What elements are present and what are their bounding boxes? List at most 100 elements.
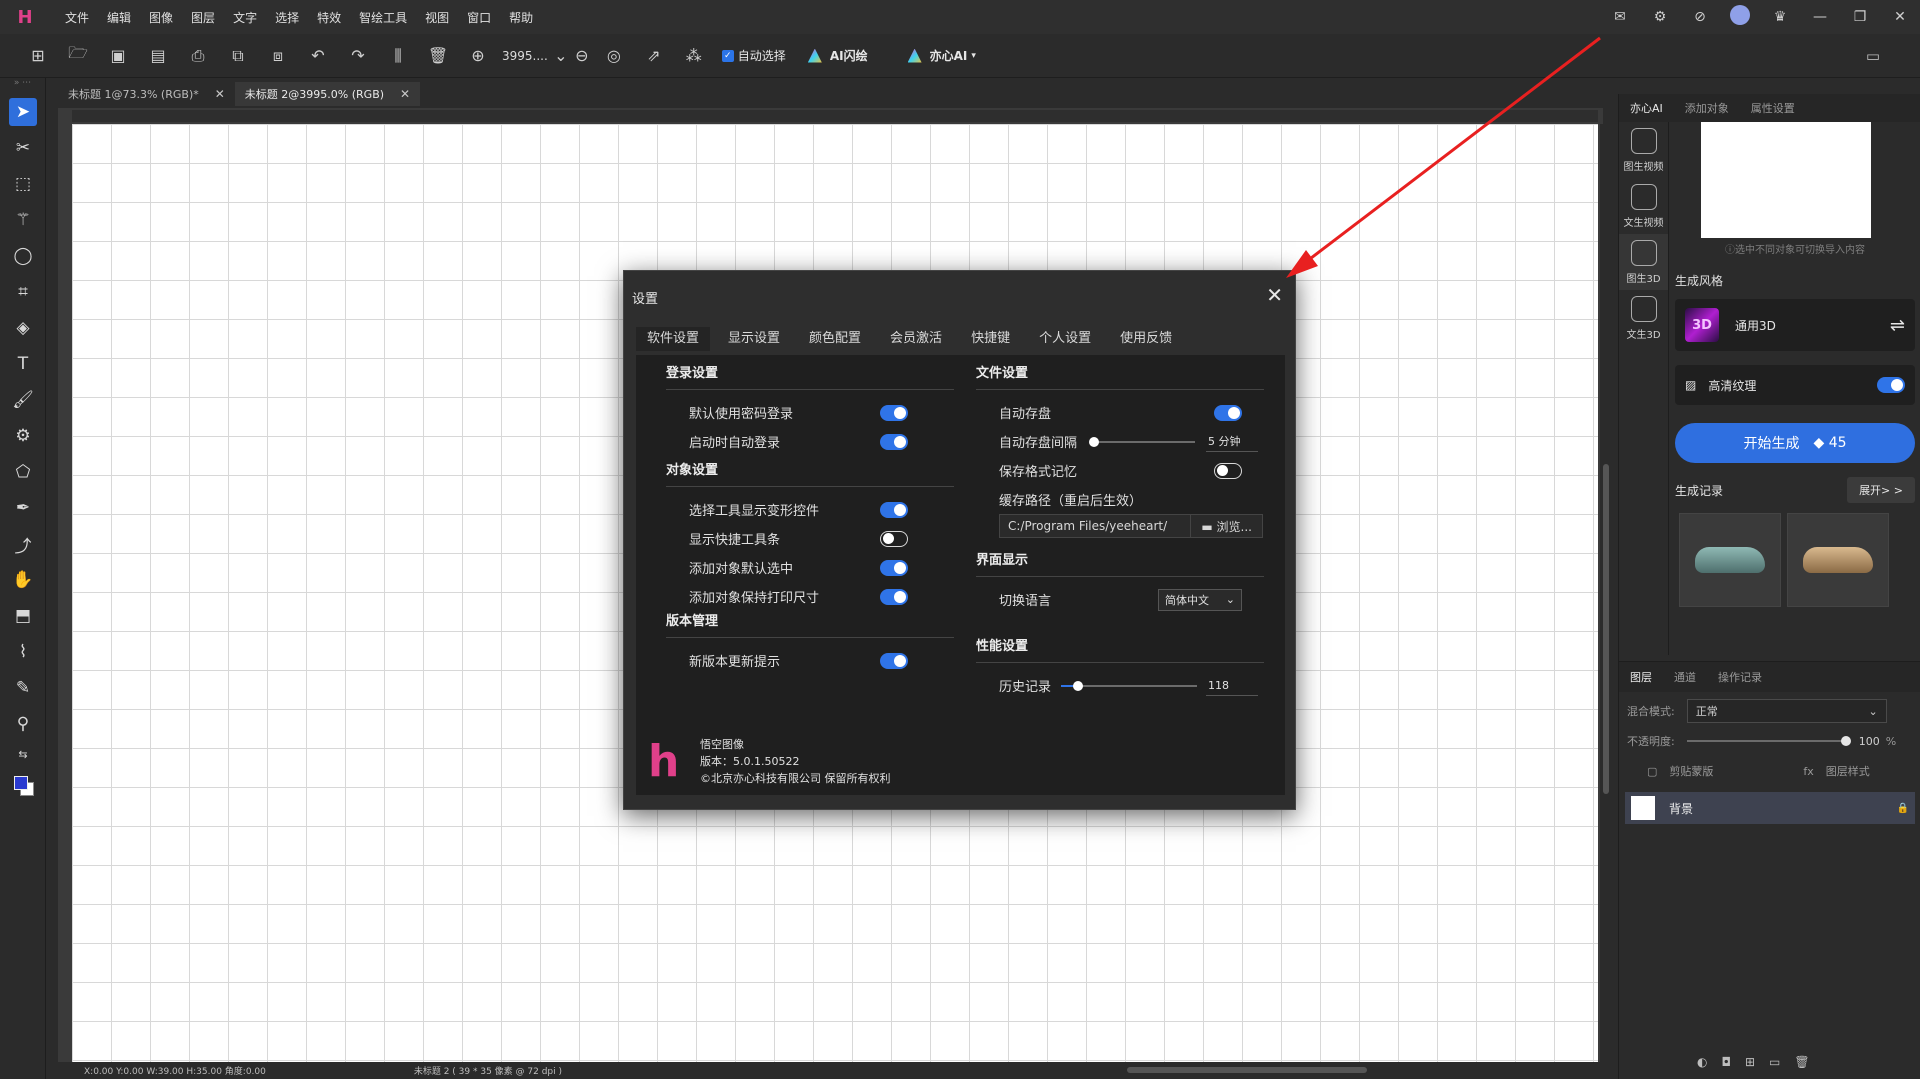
style-selector[interactable]: 3D 通用3D ⇌ [1675, 299, 1915, 351]
image-to-3d-item[interactable]: 图生3D [1619, 234, 1668, 290]
horizontal-scrollbar-thumb[interactable] [1127, 1067, 1367, 1073]
avatar[interactable] [1720, 5, 1760, 29]
compass-icon[interactable]: ⊘ [1680, 9, 1720, 25]
tab-color-config[interactable]: 颜色配置 [798, 327, 872, 351]
close-icon[interactable]: ✕ [215, 87, 225, 101]
vip-icon[interactable]: ♛ [1760, 9, 1800, 25]
tab-history[interactable]: 操作记录 [1707, 669, 1773, 685]
foreground-color-swatch[interactable] [14, 776, 28, 790]
start-generate-button[interactable]: 开始生成 ◆ 45 [1675, 423, 1915, 463]
language-select[interactable]: 简体中文 ⌄ [1158, 588, 1242, 611]
transform-controls-toggle[interactable] [880, 501, 908, 518]
brush-tool[interactable]: 🖌 [0, 382, 46, 418]
tab-layers[interactable]: 图层 [1619, 669, 1663, 685]
doc-tab-2[interactable]: 未标题 2@3995.0% (RGB) ✕ [234, 82, 421, 106]
auto-select-checkbox[interactable]: ✓ 自动选择 [721, 47, 786, 64]
menu-edit[interactable]: 编辑 [98, 9, 140, 26]
tab-channels[interactable]: 通道 [1663, 669, 1707, 685]
keep-print-size-toggle[interactable] [880, 588, 908, 605]
delete-icon[interactable]: 🗑 [418, 46, 458, 65]
crop-tool[interactable]: ⌗ [0, 274, 46, 310]
yixin-ai-button[interactable]: 亦心AI ▾ [907, 47, 976, 64]
magic-wand-tool[interactable]: ⚚ [0, 202, 46, 238]
tab-properties[interactable]: 属性设置 [1740, 100, 1806, 116]
move-tool[interactable]: ➤ [0, 94, 46, 130]
maximize-icon[interactable]: ❐ [1840, 9, 1880, 25]
clip-mask-button[interactable]: 剪贴蒙版 [1669, 763, 1713, 779]
duplicate-icon[interactable]: ⧈ [258, 46, 298, 66]
folder-icon[interactable]: ▭ [1769, 1055, 1780, 1069]
fill-tool[interactable]: ◈ [0, 310, 46, 346]
trash-icon[interactable]: 🗑 [1794, 1055, 1809, 1069]
blend-mode-select[interactable]: 正常 ⌄ [1686, 699, 1887, 723]
stamp-tool[interactable]: ⚙ [0, 418, 46, 454]
vertical-scrollbar[interactable] [1600, 124, 1612, 1062]
adjustment-icon[interactable]: ◐ [1697, 1055, 1707, 1069]
scrollbar-thumb[interactable] [1603, 464, 1609, 794]
shape-tool[interactable]: ⬠ [0, 454, 46, 490]
auto-save-interval-value[interactable]: 5 分钟 [1206, 432, 1258, 452]
default-selected-toggle[interactable] [880, 559, 908, 576]
opacity-slider[interactable] [1686, 736, 1851, 746]
save-as-icon[interactable]: ▤ [138, 46, 178, 65]
mask-icon[interactable]: ◘ [1721, 1055, 1731, 1069]
eyedropper-tool[interactable]: ⚲ [0, 706, 46, 742]
record-thumbnail[interactable] [1679, 513, 1781, 607]
tab-display-settings[interactable]: 显示设置 [717, 327, 791, 351]
menu-image[interactable]: 图像 [140, 9, 182, 26]
mail-icon[interactable]: ✉ [1600, 9, 1640, 25]
hand-tool[interactable]: ✋ [0, 562, 46, 598]
settings-icon[interactable]: ⚙ [1640, 9, 1680, 25]
opacity-value[interactable]: 100 [1859, 735, 1880, 748]
expand-records-button[interactable]: 展开> > [1847, 477, 1915, 503]
undo-icon[interactable]: ↶ [298, 46, 338, 65]
auto-save-toggle[interactable] [1214, 404, 1242, 421]
text-tool[interactable]: T [0, 346, 46, 382]
new-file-icon[interactable]: ⊞ [18, 46, 58, 65]
slider-knob[interactable] [1840, 736, 1851, 746]
layer-row-background[interactable]: 背景 🔒 [1625, 792, 1915, 824]
ai-flash-button[interactable]: AI闪绘 [807, 47, 868, 64]
redo-icon[interactable]: ↷ [338, 46, 378, 65]
menu-window[interactable]: 窗口 [458, 9, 500, 26]
close-window-icon[interactable]: ✕ [1880, 9, 1920, 25]
transform-tool[interactable]: ⬒ [0, 598, 46, 634]
marquee-tool[interactable]: ⬚ [0, 166, 46, 202]
lock-icon[interactable]: 🔒 [1897, 803, 1909, 814]
history-slider[interactable] [1061, 680, 1197, 691]
tab-feedback[interactable]: 使用反馈 [1109, 327, 1183, 351]
text-to-video-item[interactable]: 文生视频 [1619, 178, 1668, 234]
menu-view[interactable]: 视图 [416, 9, 458, 26]
menu-file[interactable]: 文件 [56, 9, 98, 26]
record-thumbnail[interactable] [1787, 513, 1889, 607]
zoom-value[interactable]: 3995.... [502, 49, 548, 63]
pen-tool[interactable]: ✒ [0, 490, 46, 526]
new-layer-icon[interactable]: ⊞ [1745, 1055, 1755, 1069]
menu-smart-tools[interactable]: 智绘工具 [350, 9, 416, 26]
slider-knob[interactable] [1089, 436, 1099, 447]
close-icon[interactable]: ✕ [400, 87, 410, 101]
auto-login-toggle[interactable] [880, 433, 908, 450]
healing-tool[interactable]: ⌇ [0, 634, 46, 670]
cutout-tool[interactable]: ✂ [0, 130, 46, 166]
print-icon[interactable]: ⎙ [178, 46, 218, 66]
menu-select[interactable]: 选择 [266, 9, 308, 26]
menu-layer[interactable]: 图层 [182, 9, 224, 26]
slider-knob[interactable] [1073, 680, 1083, 691]
quick-toolbar-toggle[interactable] [880, 530, 908, 547]
switch-style-icon[interactable]: ⇌ [1890, 315, 1905, 336]
close-icon[interactable]: ✕ [1266, 283, 1283, 307]
doc-tab-1[interactable]: 未标题 1@73.3% (RGB)* ✕ [58, 82, 235, 106]
export-icon[interactable]: ⇗ [634, 46, 674, 65]
lasso-tool[interactable]: ◯ [0, 238, 46, 274]
copy-icon[interactable]: ⧉ [218, 46, 258, 66]
open-folder-icon[interactable]: 🗁 [58, 42, 98, 69]
eraser-tool[interactable]: ✎ [0, 670, 46, 706]
align-icon[interactable]: ⫼ [378, 46, 418, 66]
image-to-video-item[interactable]: 图生视频 [1619, 122, 1668, 178]
auto-save-interval-slider[interactable] [1089, 436, 1195, 447]
tab-software-settings[interactable]: 软件设置 [636, 327, 711, 351]
history-value[interactable]: 118 [1206, 676, 1258, 696]
update-prompt-toggle[interactable] [880, 652, 908, 669]
hd-texture-toggle[interactable] [1877, 377, 1905, 393]
